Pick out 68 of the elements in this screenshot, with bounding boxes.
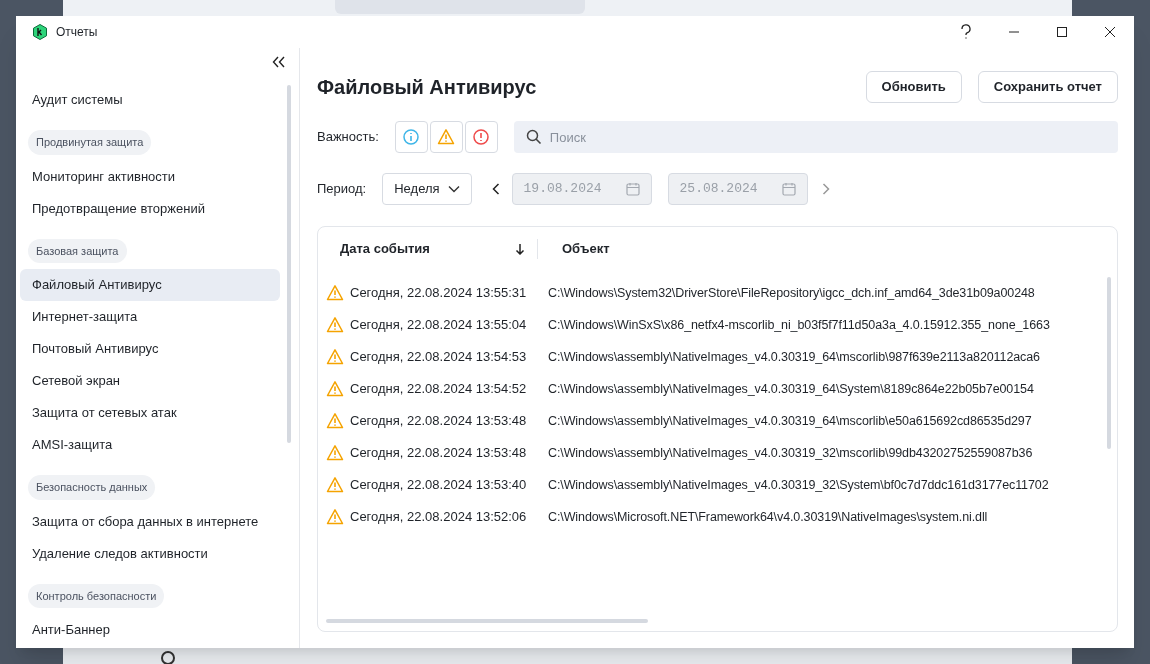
sidebar-item[interactable]: Защита от сетевых атак [20,397,280,429]
sidebar-item[interactable]: AMSI-защита [20,429,280,461]
chevron-down-icon [447,185,460,193]
app-logo-icon [32,24,48,40]
calendar-icon [781,182,796,196]
scrollbar-thumb[interactable] [287,85,291,443]
calendar-icon [625,182,640,196]
table-cell-text: C:\Windows\assembly\NativeImages_v4.0.30319_64\mscorlib\e50a615692cd86535d297 [548,412,1032,430]
sidebar-item[interactable]: Интернет-защита [20,301,280,333]
table-cell-text: Сегодня, 22.08.2024 13:53:48 [350,412,528,431]
action-button[interactable]: Обновить [865,71,962,103]
sidebar-item[interactable]: Сетевой экран [20,365,280,397]
table-cell-text: C:\Windows\WinSxS\x86_netfx4-mscorlib_ni_b03f5f7f11d50a3a_4.0.15912.355_none_1663 [548,316,1050,334]
table-cell-text: C:\Windows\Microsoft.NET\Framework64\v4.0.30319\NativeImages\system.ni.dll [548,508,988,526]
table-cell-text: C:\Windows\assembly\NativeImages_v4.0.30319_64\mscorlib\987f639e2113a820112aca6 [548,348,1040,366]
period-label: Период: [317,180,367,199]
table-cell-text: Сегодня, 22.08.2024 13:53:48 [350,444,528,463]
warning-icon [326,508,344,526]
sidebar-item[interactable]: Файловый Антивирус [20,269,280,301]
warning-icon [326,348,344,366]
table-cell-text: C:\Windows\System32\DriverStore\FileRepository\igcc_dch.inf_amd64_3de31b09a00248 [548,284,1035,302]
warning-icon [326,380,344,398]
table-cell-text: Сегодня, 22.08.2024 13:54:52 [350,380,528,399]
severity-filter-button[interactable] [464,121,498,153]
table-cell-text: C:\Windows\assembly\NativeImages_v4.0.30319_32\System\bf0c7d7ddc161d3177ec11702 [548,476,1049,494]
warning-icon [326,444,344,462]
column-header[interactable]: Объект [538,239,610,259]
sidebar-item[interactable]: Защита от сбора данных в интернете [20,505,280,538]
vertical-scrollbar-thumb[interactable] [1107,277,1111,449]
maximize-icon [1056,26,1068,38]
action-button[interactable]: Сохранить отчет [977,71,1118,103]
section-heading: Безопасность данных [28,475,156,500]
search-field[interactable]: Поиск [513,121,1118,153]
question-mark-icon [960,24,972,40]
window-title: Отчеты [56,24,98,41]
close-icon [1104,26,1116,38]
table-cell-text: Сегодня, 22.08.2024 13:54:53 [350,348,528,367]
sidebar-item[interactable]: Мониторинг активности [20,160,280,193]
column-header[interactable]: Дата события [340,239,430,259]
warning-icon [326,412,344,430]
sidebar-item[interactable]: Предотвращение вторжений [20,192,280,225]
section-heading: Базовая защита [28,238,127,263]
table-cell-text: Сегодня, 22.08.2024 13:55:04 [350,316,528,335]
period-dropdown[interactable]: Неделя [382,173,472,205]
search-icon [525,129,542,145]
sidebar-item[interactable]: Анти-Баннер [20,614,280,646]
info-icon [402,128,421,146]
table-cell-text: C:\Windows\assembly\NativeImages_v4.0.30319_32\mscorlib\99db43202752559087b36 [548,444,1033,462]
warning-icon [326,476,344,494]
table-cell-text: C:\Windows\assembly\NativeImages_v4.0.30319_64\System\8189c864e22b05b7e00154 [548,380,1034,398]
severity-filter-button[interactable] [429,121,463,153]
page-title: Файловый Антивирус [317,75,537,100]
table-cell-text: Сегодня, 22.08.2024 13:52:06 [350,508,528,527]
warning-icon [326,284,344,302]
sidebar-item[interactable]: Аудит системы [20,84,280,116]
warning-icon [326,316,344,334]
horizontal-scrollbar-thumb[interactable] [326,619,648,623]
section-heading: Продвинутая защита [28,130,152,155]
severity-label: Важность: [317,128,379,147]
sidebar-item[interactable]: Удаление следов активности [20,537,280,570]
table-cell-text: Сегодня, 22.08.2024 13:53:40 [350,476,528,495]
arrow-down-icon[interactable] [515,243,525,255]
sidebar-item[interactable]: Почтовый Антивирус [20,333,280,365]
error-icon [472,128,491,146]
table-cell-text: Сегодня, 22.08.2024 13:55:31 [350,284,528,303]
section-heading: Контроль безопасности [28,583,165,608]
warning-icon [437,128,456,146]
severity-filter-button[interactable] [394,121,428,153]
